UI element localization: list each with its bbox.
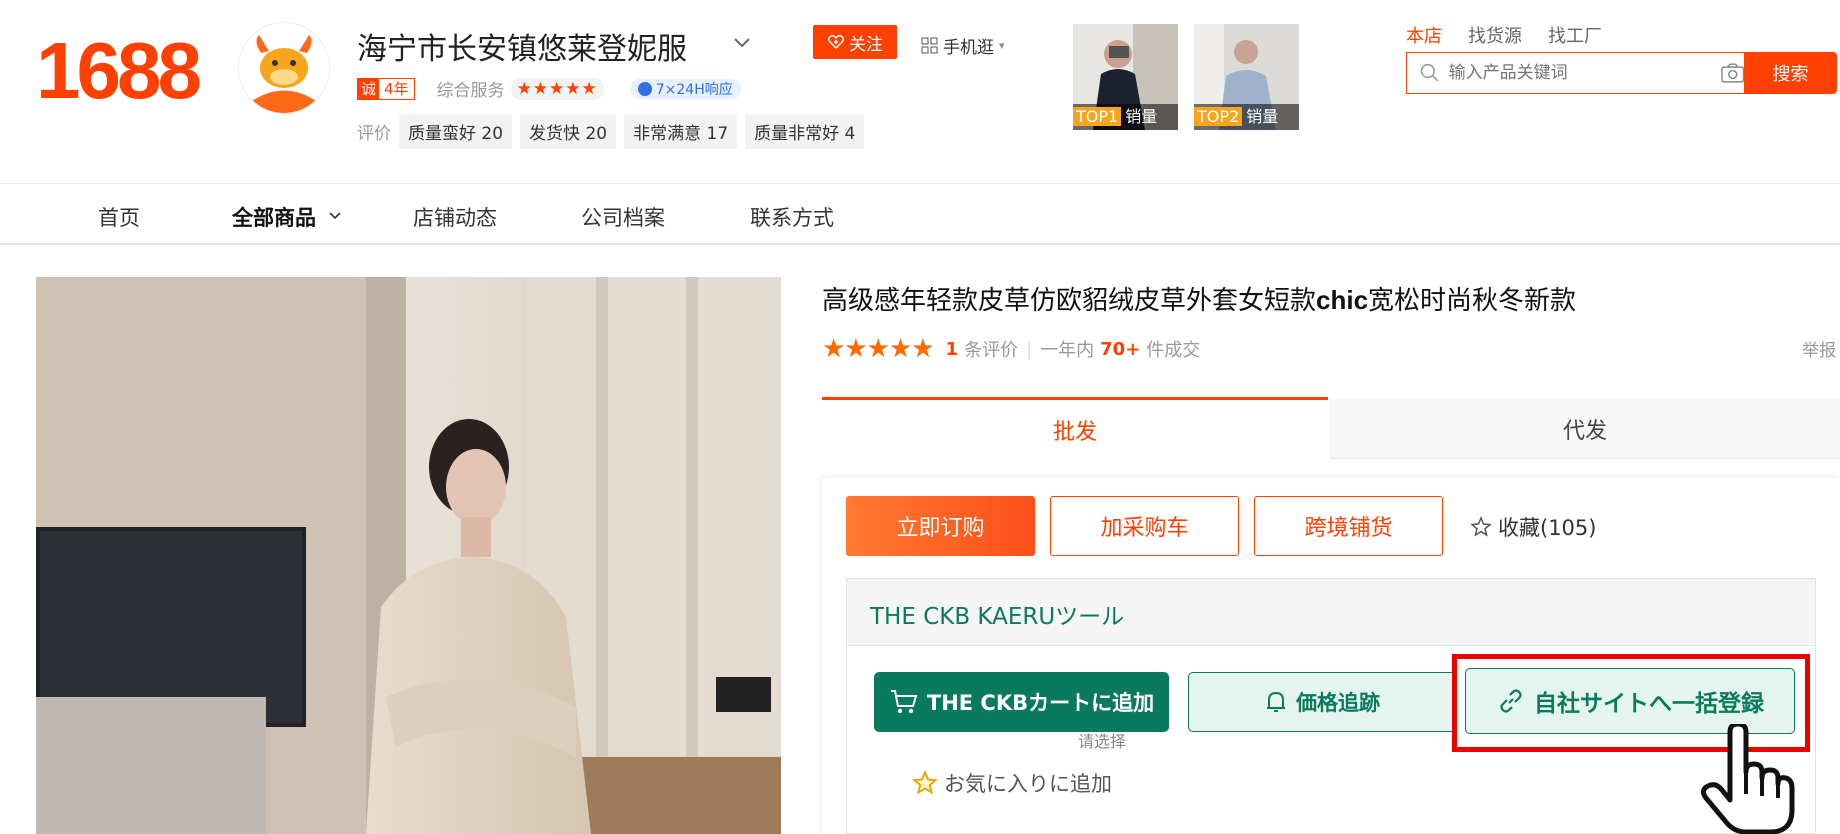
- title-chic: chic: [1316, 285, 1369, 315]
- add-favorite-button[interactable]: お気に入りに追加: [912, 768, 1112, 798]
- buy-now-button[interactable]: 立即订购: [846, 496, 1035, 556]
- tab-find-source[interactable]: 找货源: [1468, 22, 1522, 48]
- product-title: 高级感年轻款皮草仿欧貂绒皮草外套女短款chic宽松时尚秋冬新款: [822, 280, 1576, 317]
- top-product-thumb-1[interactable]: TOP1 销量: [1073, 24, 1178, 130]
- nav-contact[interactable]: 联系方式: [750, 202, 834, 232]
- shop-avatar[interactable]: [238, 22, 330, 114]
- bell-icon: [1267, 691, 1285, 712]
- select-hint: 请选择: [1078, 732, 1127, 751]
- favorite-button[interactable]: 收藏(105): [1470, 512, 1596, 542]
- rank-badge: TOP2: [1194, 107, 1243, 126]
- favorite-label: 收藏(105): [1498, 516, 1597, 540]
- rating-stars: ★★★★★: [822, 334, 935, 364]
- service-label: 综合服务: [436, 81, 505, 101]
- response-icon: [637, 81, 652, 96]
- tab-dropship[interactable]: 代发: [1330, 399, 1840, 459]
- ckb-add-cart-button[interactable]: THE CKBカートに追加: [874, 672, 1169, 732]
- response-label: 7×24H响应: [655, 81, 733, 98]
- rank-label: 销量: [1246, 107, 1279, 126]
- search-button[interactable]: 搜索: [1744, 52, 1837, 94]
- tab-wholesale[interactable]: 批发: [822, 397, 1328, 459]
- review-tag[interactable]: 质量非常好 4: [745, 114, 865, 149]
- response-badge: 7×24H响应: [629, 78, 741, 99]
- cross-border-listing-button[interactable]: 跨境铺货: [1254, 496, 1443, 556]
- shop-badges-row: 诚 4年 综合服务 ★★★★★ 7×24H响应: [357, 76, 741, 101]
- product-rating-row: ★★★★★ 1 条评价 | 一年内 70+ 件成交: [822, 334, 1201, 364]
- chevron-down-icon: ▾: [999, 39, 1005, 52]
- nav-divider: [0, 243, 1840, 245]
- review-tags-row: 评价 质量蛮好 20 发货快 20 非常满意 17 质量非常好 4: [357, 114, 865, 149]
- grid-icon: [921, 37, 938, 54]
- shop-name[interactable]: 海宁市长安镇悠莱登妮服: [357, 24, 687, 68]
- add-to-purchase-cart-button[interactable]: 加采购车: [1050, 496, 1239, 556]
- nav-all-products[interactable]: 全部商品: [232, 202, 316, 232]
- ckb-add-cart-label: THE CKBカートに追加: [926, 691, 1155, 715]
- shop-nav: 首页 全部商品 店铺动态 公司档案 联系方式: [0, 184, 1840, 244]
- title-main: 高级感年轻款皮草仿欧貂绒皮草外套女短款: [822, 286, 1317, 316]
- title-tail: 宽松时尚秋冬新款: [1368, 286, 1577, 316]
- follow-label: 关注: [849, 34, 883, 55]
- chevron-down-icon[interactable]: [326, 206, 344, 224]
- report-link[interactable]: 举报: [1802, 336, 1836, 361]
- service-stars: ★★★★★: [510, 77, 604, 100]
- cheng-label: 诚: [358, 78, 380, 99]
- mobile-browse-link[interactable]: 手机逛 ▾: [921, 33, 1005, 58]
- review-tag[interactable]: 发货快 20: [520, 114, 617, 149]
- review-count[interactable]: 1: [946, 339, 959, 360]
- bull-mascot-icon: [239, 23, 329, 113]
- cart-icon: [890, 690, 918, 714]
- add-favorite-label: お気に入りに追加: [944, 772, 1112, 796]
- sales-prefix: 一年内: [1040, 340, 1095, 361]
- sales-count: 70+: [1100, 338, 1141, 360]
- search-scope-tabs: 本店 找货源 找工厂: [1406, 22, 1602, 48]
- product-photo: [36, 277, 781, 834]
- star-outline-icon: [1470, 516, 1492, 537]
- rank-label: 销量: [1125, 107, 1158, 126]
- chengxin-badge: 诚 4年: [357, 77, 415, 100]
- follow-button[interactable]: 关注: [813, 25, 897, 59]
- review-tag[interactable]: 质量蛮好 20: [399, 114, 513, 149]
- nav-home[interactable]: 首页: [98, 202, 140, 232]
- nav-company-profile[interactable]: 公司档案: [581, 202, 665, 232]
- hand-pointer-icon: [1700, 724, 1795, 834]
- price-track-button[interactable]: 価格追跡: [1188, 672, 1456, 732]
- heart-plus-icon: [827, 35, 845, 50]
- search-input[interactable]: [1446, 62, 1706, 84]
- site-logo[interactable]: 1688: [36, 28, 202, 114]
- review-unit[interactable]: 条评价: [964, 336, 1018, 362]
- rank-badge: TOP1: [1073, 107, 1122, 126]
- mobile-label: 手机逛: [943, 38, 994, 58]
- camera-icon[interactable]: [1720, 62, 1746, 84]
- search-box: [1406, 52, 1745, 94]
- reviews-label: 评价: [357, 124, 391, 144]
- price-track-label: 価格追跡: [1296, 691, 1380, 715]
- star-icon: [912, 770, 938, 795]
- ckb-tool-title: THE CKB KAERUツール: [870, 604, 1125, 630]
- product-main-image[interactable]: [36, 277, 781, 834]
- sales-unit: 件成交: [1146, 340, 1201, 361]
- chevron-down-icon[interactable]: [730, 30, 754, 54]
- tab-find-factory[interactable]: 找工厂: [1548, 22, 1602, 48]
- nav-shop-news[interactable]: 店铺动态: [413, 202, 497, 232]
- years-label: 4年: [384, 79, 409, 98]
- top-product-thumb-2[interactable]: TOP2 销量: [1194, 24, 1299, 130]
- search-icon: [1420, 63, 1439, 82]
- tab-this-shop[interactable]: 本店: [1406, 22, 1442, 48]
- review-tag[interactable]: 非常满意 17: [624, 114, 738, 149]
